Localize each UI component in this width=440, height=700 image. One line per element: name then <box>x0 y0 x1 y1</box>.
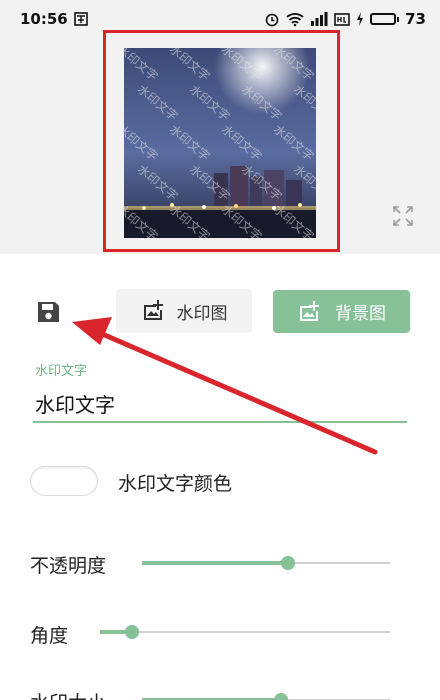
size-label: 水印大小 <box>30 688 106 700</box>
watermark-tile: 水印文字 <box>238 162 285 204</box>
watermark-tile: 水印文字 <box>218 48 265 84</box>
size-slider[interactable] <box>142 690 390 700</box>
watermark-tile: 水印文字 <box>290 162 316 204</box>
alarm-icon <box>265 13 279 27</box>
toolbar: 水印图 背景图 <box>0 288 440 334</box>
signal-icon <box>311 12 328 26</box>
watermark-tile: 水印文字 <box>186 162 233 204</box>
add-image-icon <box>143 300 163 320</box>
watermark-image-label: 水印图 <box>176 303 228 324</box>
opacity-label: 不透明度 <box>30 555 107 577</box>
watermark-tile: 水印文字 <box>134 162 181 204</box>
angle-label: 角度 <box>30 625 69 647</box>
preview-area: 水印文字 水印文字 水印文字 水印文字 水印文字 水印文字 水印文字 水印文字 水印文字 水印文字… <box>0 30 440 254</box>
background-image-button[interactable]: 背景图 <box>273 290 410 333</box>
watermark-tile: 水印文字 <box>166 202 213 238</box>
notification-icon <box>73 12 88 26</box>
angle-slider[interactable] <box>100 622 390 642</box>
battery-percent: 73 <box>405 10 426 28</box>
preview-image[interactable]: 水印文字 水印文字 水印文字 水印文字 水印文字 水印文字 水印文字 水印文字 水印文字 水印文字… <box>124 48 316 238</box>
status-time: 10:56 <box>20 10 68 28</box>
text-color-label: 水印文字颜色 <box>118 473 233 495</box>
watermark-tile: 水印文字 <box>124 202 161 238</box>
watermark-tile: 水印文字 <box>218 202 265 238</box>
hd-icon <box>334 13 350 26</box>
text-color-toggle[interactable] <box>30 466 98 496</box>
watermark-tile: 水印文字 <box>270 202 316 238</box>
battery-icon <box>370 13 400 25</box>
size-slider-thumb[interactable] <box>273 693 288 700</box>
charging-icon <box>357 12 364 26</box>
watermark-tile: 水印文字 <box>270 122 316 164</box>
add-image-icon <box>300 300 319 321</box>
watermark-image-button[interactable]: 水印图 <box>116 289 252 333</box>
watermark-tile: 水印文字 <box>218 122 265 164</box>
watermark-tile: 水印文字 <box>134 82 181 124</box>
watermark-tile: 水印文字 <box>124 122 161 164</box>
watermark-tile: 水印文字 <box>166 48 213 84</box>
watermark-tile: 水印文字 <box>166 122 213 164</box>
watermark-tile: 水印文字 <box>186 82 233 124</box>
watermark-tile: 水印文字 <box>238 82 285 124</box>
watermark-text-input[interactable] <box>33 385 407 423</box>
opacity-slider[interactable] <box>142 553 390 573</box>
wifi-icon <box>286 13 304 27</box>
fullscreen-icon[interactable] <box>392 205 414 227</box>
watermark-overlay: 水印文字 水印文字 水印文字 水印文字 水印文字 水印文字 水印文字 水印文字 水印文字 水印文字… <box>124 48 316 238</box>
angle-slider-thumb[interactable] <box>124 625 139 639</box>
watermark-tile: 水印文字 <box>124 48 161 84</box>
opacity-slider-thumb[interactable] <box>281 556 296 570</box>
watermark-text-label: 水印文字 <box>35 364 88 379</box>
watermark-tile: 水印文字 <box>290 82 316 124</box>
save-icon[interactable] <box>32 296 64 328</box>
background-image-label: 背景图 <box>335 304 386 324</box>
watermark-tile: 水印文字 <box>270 48 316 84</box>
